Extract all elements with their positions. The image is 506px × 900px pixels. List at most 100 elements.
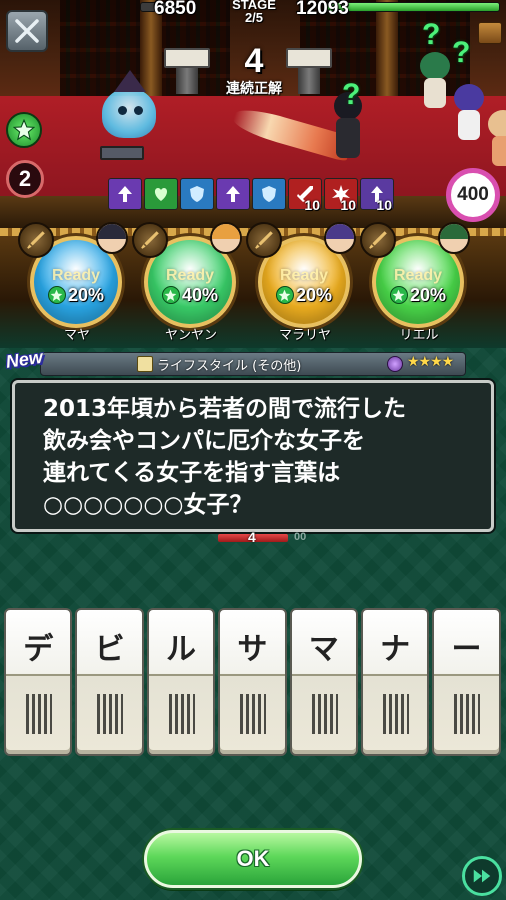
timer-seconds: 4: [248, 529, 256, 545]
buff-shield-icon: [180, 178, 214, 210]
charge-percent: 20%: [67, 284, 105, 305]
question-mark-icon: ?: [452, 36, 471, 69]
character-portrait: [96, 222, 128, 254]
ready-label: Ready: [165, 266, 215, 284]
weapon-icon: [18, 222, 54, 258]
buff-attack-up-icon: [108, 178, 142, 210]
answer-tile[interactable]: ナ: [360, 608, 430, 756]
tile-character: デ: [23, 632, 54, 667]
ready-label: Ready: [393, 266, 443, 284]
tile-grip: [26, 694, 52, 734]
buff-count: 10: [304, 197, 320, 213]
attack-up-icon: [226, 186, 240, 202]
question-box: 2013年頃から若者の間で流行した 飲み会やコンパに厄介な女子を 連れてくる女子…: [12, 380, 494, 532]
member-name: マヤ: [63, 328, 90, 343]
category-label: ライフスタイル (その他): [157, 359, 302, 374]
enemy-ghost: [92, 70, 166, 144]
star-icon: [389, 286, 408, 304]
question-line: 連れてくる女子を指す言葉は: [43, 460, 341, 486]
tile-character: ナ: [380, 632, 411, 667]
fast-forward-icon: [473, 869, 491, 883]
skill-charge: 20%: [47, 284, 105, 306]
answer-tile[interactable]: ビ: [75, 608, 144, 756]
ally-character: [418, 52, 452, 108]
party-member[interactable]: Ready 20% マヤ: [18, 222, 134, 344]
question-mark-icon: ?: [422, 18, 441, 51]
streak-label: 連続正解: [226, 81, 282, 97]
star-icon: [275, 286, 294, 304]
buff-sword-icon: 10: [288, 178, 322, 213]
ok-label: OK: [236, 846, 270, 871]
party-member[interactable]: Ready 20% リエル: [360, 222, 476, 344]
star-icon: [161, 286, 180, 304]
ally-character: [452, 84, 486, 140]
ready-label: Ready: [279, 266, 329, 284]
difficulty-icon: [387, 356, 403, 372]
tile-divider: [220, 674, 285, 676]
party-member[interactable]: Ready 20% マラリヤ: [246, 222, 362, 344]
party-member[interactable]: Ready 40% ヤンヤン: [132, 222, 248, 344]
member-name: マラリヤ: [278, 328, 331, 343]
tile-divider: [77, 674, 142, 676]
skill-star-icon[interactable]: [6, 112, 42, 148]
charge-percent: 20%: [295, 284, 333, 305]
charge-percent: 40%: [181, 284, 219, 305]
weapon-icon: [246, 222, 282, 258]
tile-divider: [362, 674, 428, 676]
status-effects: 10 10 10: [108, 178, 394, 213]
lifestyle-category-icon: [137, 356, 153, 372]
answer-tile[interactable]: ー: [432, 608, 501, 756]
tile-character: ー: [451, 632, 482, 667]
category-bar: ライフスタイル (その他) ★★★★: [40, 352, 466, 376]
buff-count: 10: [340, 197, 356, 213]
ally-character: [486, 110, 506, 166]
streak-count: 4: [244, 42, 264, 80]
tile-grip: [97, 694, 124, 734]
shield-icon: [190, 186, 204, 202]
weapon-icon: [132, 222, 168, 258]
ok-button[interactable]: OK: [144, 830, 362, 888]
tile-divider: [6, 674, 71, 676]
character-portrait: [210, 222, 242, 254]
skill-charge: 20%: [275, 284, 333, 306]
difficulty-stars: ★★★★: [407, 354, 454, 370]
charge-percent: 20%: [409, 284, 447, 305]
player-score: 6850: [154, 0, 197, 19]
member-name: ヤンヤン: [164, 328, 217, 343]
answer-tile[interactable]: ル: [146, 608, 216, 756]
score-hud: 6850 STAGE 2/5 12093: [140, 0, 500, 24]
heal-icon: [154, 188, 168, 201]
battle-scene: ? ? ? 6850 STAGE 2/5 12093 4 連続正解 2 10 10…: [0, 0, 506, 228]
skill-charge: 20%: [389, 284, 447, 306]
tile-character: サ: [237, 632, 268, 667]
timer-subseconds: 00: [294, 531, 307, 543]
answer-tile[interactable]: サ: [218, 608, 287, 756]
tile-divider: [148, 674, 214, 676]
character-portrait: [438, 222, 470, 254]
tile-grip: [382, 694, 409, 734]
answer-timer: 4 00: [218, 529, 318, 546]
answer-tile[interactable]: マ: [289, 608, 358, 756]
tile-grip: [240, 694, 267, 734]
close-button[interactable]: [6, 10, 48, 52]
attack-up-icon: [118, 186, 132, 202]
tile-grip: [454, 694, 481, 734]
fast-forward-button[interactable]: [462, 856, 502, 896]
party-row: Ready 20% マヤ Ready 40% ヤンヤン Ready 20% マラリヤ Ready 2…: [0, 222, 506, 348]
question-line: 2013年頃から若者の間で流行した: [43, 396, 407, 422]
treasure-chest-icon[interactable]: [478, 22, 502, 44]
stage-progress: 2/5: [244, 10, 264, 25]
question-line: ○○○○○○○女子？: [43, 492, 253, 518]
buff-arrow-up-icon: 10: [360, 178, 394, 213]
buff-burst-icon: 10: [324, 178, 358, 213]
tile-grip: [168, 694, 195, 734]
answer-tile[interactable]: デ: [4, 608, 73, 756]
shield-icon: [262, 186, 276, 202]
book-stand: [164, 48, 210, 94]
enemy-book: [100, 146, 144, 160]
answer-streak: 4 連続正解: [214, 44, 294, 98]
tile-character: ル: [165, 632, 196, 667]
enemy-score: 12093: [296, 0, 349, 19]
character-portrait: [324, 222, 356, 254]
skill-charge: 40%: [161, 284, 219, 306]
